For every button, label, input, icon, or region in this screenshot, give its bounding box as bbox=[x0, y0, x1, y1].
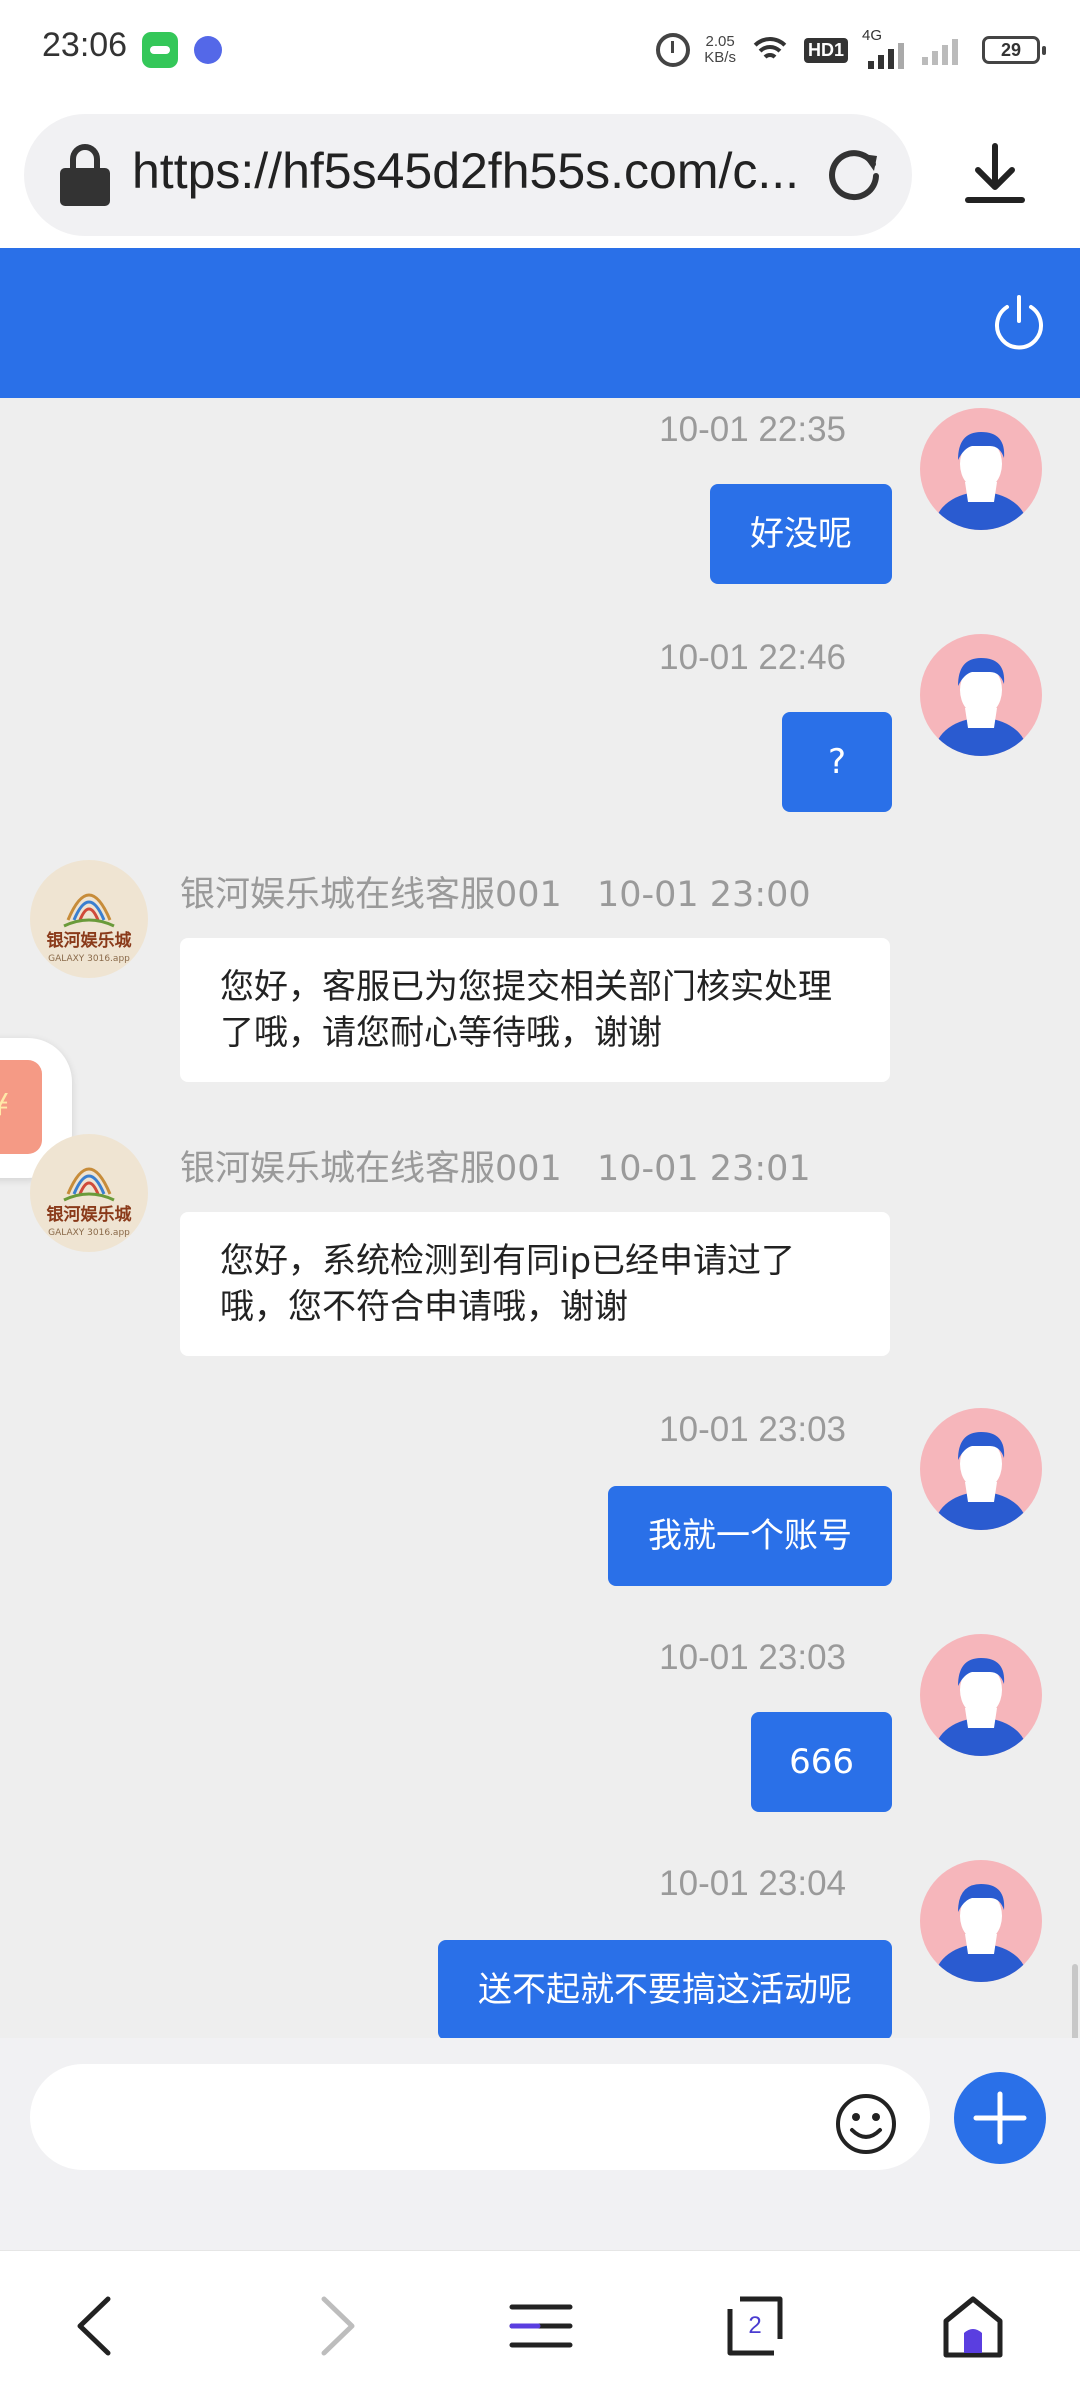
home-icon[interactable] bbox=[938, 2291, 1008, 2361]
lock-icon[interactable] bbox=[60, 144, 110, 208]
agent-name-text: 银河娱乐城在线客服001 bbox=[180, 1149, 562, 1189]
browser-app-icon bbox=[194, 36, 222, 64]
chat-header bbox=[0, 248, 1080, 398]
status-bar: 23:06 2.05 KB/s HD1 4G 29 bbox=[0, 0, 1080, 100]
status-indicators: 2.05 KB/s HD1 4G 29 bbox=[656, 22, 1046, 78]
hd-badge: HD1 bbox=[803, 37, 848, 63]
net-speed: 2.05 KB/s bbox=[704, 34, 736, 66]
net-speed-unit: KB/s bbox=[704, 49, 736, 66]
alarm-icon bbox=[656, 33, 691, 67]
signal-sim2-icon bbox=[922, 35, 968, 65]
message-bubble[interactable]: 666 bbox=[751, 1712, 892, 1812]
coin-icon: ¥ bbox=[0, 1088, 9, 1123]
message-time: 10-01 22:35 bbox=[659, 410, 846, 449]
message-bubble[interactable]: 送不起就不要搞这活动呢 bbox=[438, 1940, 892, 2038]
tab-count: 2 bbox=[748, 2312, 762, 2339]
message-bubble[interactable]: 您好，系统检测到有同ip已经申请过了哦，您不符合申请哦，谢谢 bbox=[180, 1212, 890, 1356]
agent-logo-subtext: GALAXY 3016.app bbox=[48, 954, 130, 964]
download-icon[interactable] bbox=[960, 140, 1030, 210]
message-time: 10-01 23:00 bbox=[596, 875, 811, 915]
wifi-icon bbox=[749, 35, 790, 65]
power-icon[interactable] bbox=[990, 294, 1048, 352]
net-speed-value: 2.05 bbox=[705, 33, 735, 50]
forward-icon[interactable] bbox=[300, 2291, 370, 2361]
message-bubble[interactable]: 我就一个账号 bbox=[608, 1486, 892, 1586]
message-time: 10-01 23:03 bbox=[659, 1638, 846, 1677]
address-bar[interactable]: https://hf5s45d2fh55s.com/c... bbox=[24, 114, 912, 236]
agent-name: 银河娱乐城在线客服001 10-01 23:01 bbox=[180, 1140, 811, 1191]
signal-4g-icon: 4G bbox=[862, 27, 908, 69]
tabs-button[interactable]: 2 bbox=[720, 2291, 790, 2361]
user-avatar[interactable] bbox=[920, 1408, 1042, 1530]
user-avatar[interactable] bbox=[920, 1634, 1042, 1756]
status-time: 23:06 bbox=[42, 26, 128, 64]
user-avatar[interactable] bbox=[920, 634, 1042, 756]
message-bubble[interactable]: 好没呢 bbox=[710, 484, 892, 584]
agent-avatar[interactable]: 银河娱乐城 GALAXY 3016.app bbox=[30, 1134, 148, 1252]
menu-icon[interactable] bbox=[506, 2291, 576, 2361]
message-bubble[interactable]: ? bbox=[781, 712, 892, 812]
message-time: 10-01 22:46 bbox=[659, 638, 846, 677]
message-bubble[interactable]: 您好，客服已为您提交相关部门核实处理了哦，请您耐心等待哦，谢谢 bbox=[180, 938, 890, 1082]
agent-logo-subtext: GALAXY 3016.app bbox=[48, 1228, 130, 1238]
back-icon[interactable] bbox=[62, 2291, 132, 2361]
user-avatar[interactable] bbox=[920, 1860, 1042, 1982]
agent-name: 银河娱乐城在线客服001 10-01 23:00 bbox=[180, 866, 811, 917]
scrollbar-thumb[interactable] bbox=[1072, 1964, 1078, 2038]
message-app-icon bbox=[142, 32, 178, 68]
agent-name-text: 银河娱乐城在线客服001 bbox=[180, 875, 562, 915]
message-time: 10-01 23:04 bbox=[659, 1864, 846, 1903]
message-time: 10-01 23:03 bbox=[659, 1410, 846, 1449]
browser-bottom-nav: 2 bbox=[0, 2250, 1080, 2401]
url-text[interactable]: https://hf5s45d2fh55s.com/c... bbox=[132, 142, 832, 200]
reload-icon[interactable] bbox=[824, 144, 884, 204]
message-time: 10-01 23:01 bbox=[596, 1149, 811, 1189]
battery-icon: 29 bbox=[982, 36, 1046, 64]
chat-message-list[interactable]: 10-01 22:35 好没呢 10-01 22:46 ? ¥ 银河娱乐城 GA… bbox=[0, 398, 1080, 2038]
message-input[interactable] bbox=[30, 2064, 930, 2170]
agent-avatar[interactable]: 银河娱乐城 GALAXY 3016.app bbox=[30, 860, 148, 978]
user-avatar[interactable] bbox=[920, 408, 1042, 530]
add-attachment-button[interactable] bbox=[954, 2072, 1046, 2164]
message-composer bbox=[0, 2038, 1080, 2250]
emoji-icon[interactable] bbox=[834, 2092, 898, 2156]
agent-logo-text: 银河娱乐城 bbox=[47, 930, 132, 951]
plus-icon bbox=[973, 2091, 1027, 2145]
battery-level: 29 bbox=[1000, 40, 1022, 60]
agent-logo-text: 银河娱乐城 bbox=[47, 1204, 132, 1225]
